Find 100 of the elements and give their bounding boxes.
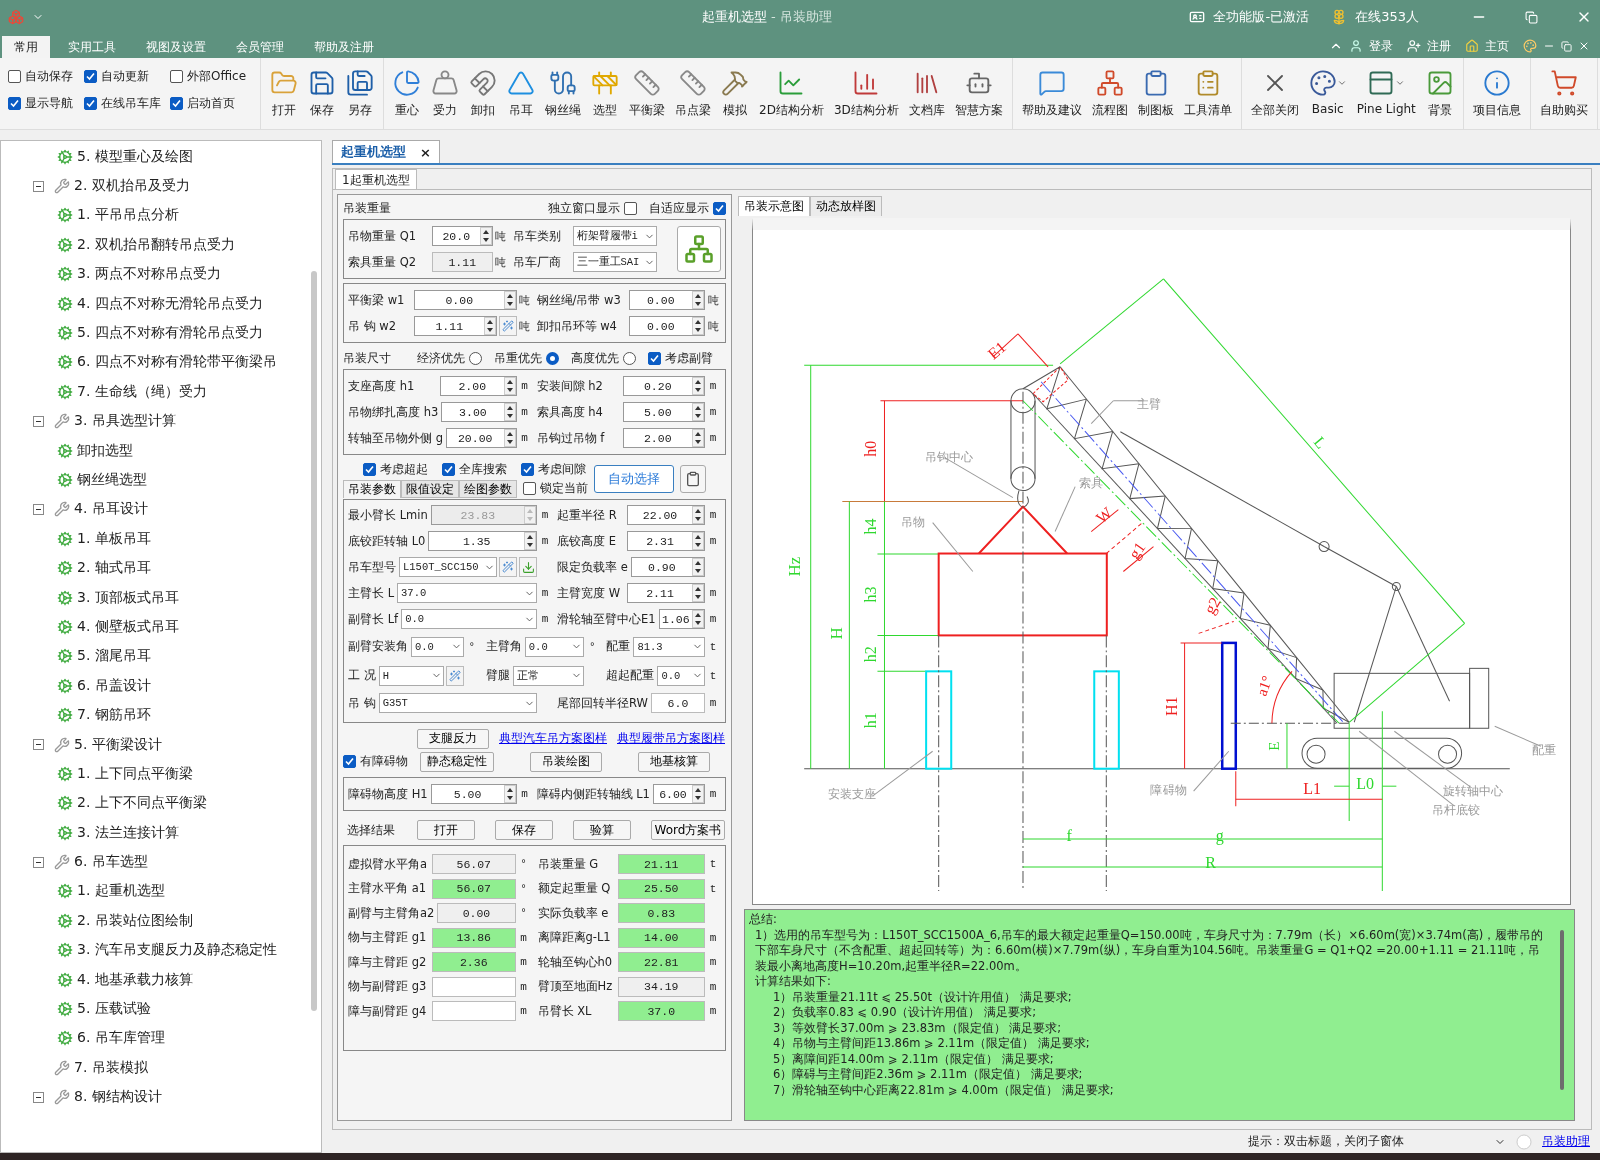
toolbar-button[interactable]: 自助购买 <box>1534 66 1593 121</box>
tree-item[interactable]: 5. 四点不对称有滑轮吊点受力 <box>1 318 321 348</box>
outrigger-button[interactable]: 支腿反力 <box>417 728 489 749</box>
checkbox[interactable]: 外部Office <box>170 68 254 85</box>
spinner-icon[interactable] <box>503 785 516 803</box>
tab[interactable]: 吊装参数 <box>343 479 401 498</box>
dropdown[interactable]: 0.0 <box>524 636 585 657</box>
spinner-icon[interactable] <box>479 227 492 245</box>
tree-item[interactable]: 4. 吊耳设计 <box>1 494 321 525</box>
menu-tab[interactable]: 会员管理 <box>224 36 296 58</box>
spinner-icon[interactable] <box>692 291 704 309</box>
action-button[interactable]: 打开 <box>417 820 475 840</box>
download-button[interactable] <box>519 557 537 577</box>
number-field[interactable]: 2.00 <box>622 428 705 448</box>
inner-tab[interactable]: 1起重机选型 <box>335 169 417 189</box>
scrollbar[interactable] <box>1560 930 1564 1090</box>
toolbar-button[interactable]: 模拟 <box>716 66 754 121</box>
tree-item[interactable]: 7. 钢筋吊环 <box>1 700 321 730</box>
action-button[interactable]: 保存 <box>495 820 553 840</box>
tree-item[interactable]: 4. 地基承载力核算 <box>1 964 321 995</box>
tree-item[interactable]: 2. 吊装站位图绘制 <box>1 906 321 936</box>
collapse-icon[interactable] <box>33 1091 44 1103</box>
spinner-icon[interactable] <box>692 403 704 421</box>
checkbox[interactable]: 考虑超起 <box>363 460 428 478</box>
toolbar-button[interactable]: 智慧方案 <box>949 66 1008 121</box>
number-field[interactable]: 3.00 <box>441 402 517 422</box>
number-field[interactable]: 2.31 <box>627 531 705 551</box>
tree-item[interactable]: 3. 两点不对称吊点受力 <box>1 259 321 289</box>
tree-item[interactable]: 3. 吊具选型计算 <box>1 406 321 436</box>
action-button[interactable]: 静态稳定性 <box>420 751 494 772</box>
tree-item[interactable]: 1. 起重机选型 <box>1 876 321 907</box>
dropdown[interactable]: 0.0 <box>411 636 464 657</box>
toolbar-button[interactable]: 重心 <box>388 66 426 121</box>
checkbox[interactable]: 锁定当前 <box>523 480 588 497</box>
radio-button[interactable]: 吊重优先 <box>494 349 559 367</box>
checkbox[interactable]: 在线吊车库 <box>84 95 170 112</box>
spinner-icon[interactable] <box>692 532 704 550</box>
toolbar-button[interactable]: 文档库 <box>903 66 950 121</box>
restore-icon[interactable] <box>1525 10 1538 24</box>
scrollbar[interactable] <box>311 271 317 1011</box>
spinner-icon[interactable] <box>692 584 704 602</box>
tree-item[interactable]: 2. 双机抬吊及受力 <box>1 171 321 201</box>
radio-button[interactable]: 经济优先 <box>417 349 482 367</box>
toolbar-button[interactable]: 流程图 <box>1086 66 1133 121</box>
toolbar-button[interactable]: 制图板 <box>1132 66 1179 121</box>
spinner-icon[interactable] <box>692 317 704 335</box>
number-field[interactable]: 1.11 <box>414 316 497 336</box>
spinner-icon[interactable] <box>503 291 516 309</box>
tree-item[interactable]: 2. 双机抬吊翻转吊点受力 <box>1 230 321 260</box>
tree-item[interactable]: 5. 模型重心及绘图 <box>1 142 321 172</box>
toolbar-button[interactable]: 另存 <box>341 66 379 121</box>
toolbar-button[interactable]: 钢丝绳 <box>540 66 586 121</box>
clipboard-button[interactable] <box>680 465 706 493</box>
spinner-icon[interactable] <box>524 532 536 550</box>
number-field[interactable]: 0.20 <box>622 376 705 396</box>
menu-tab[interactable]: 帮助及注册 <box>302 36 386 58</box>
radio-button[interactable]: 高度优先 <box>571 349 636 367</box>
org-chart-button[interactable] <box>677 226 721 272</box>
checkbox[interactable]: 自适应显示 <box>649 199 726 217</box>
action-button[interactable]: Word方案书 <box>651 820 725 840</box>
tree-item[interactable]: 5. 平衡梁设计 <box>1 729 321 760</box>
number-field[interactable]: 20.00 <box>445 428 517 448</box>
toolbar-button[interactable]: Basic <box>1303 66 1352 118</box>
tree-item[interactable]: 5. 溜尾吊耳 <box>1 641 321 672</box>
tree-item[interactable]: 5. 压载试验 <box>1 994 321 1024</box>
dropdown[interactable]: 0.0 <box>401 609 537 629</box>
checkbox[interactable]: 自动保存 <box>8 68 84 85</box>
tree-item[interactable]: 6. 四点不对称有滑轮带平衡梁吊 <box>1 347 321 378</box>
number-field[interactable]: 0.90 <box>630 557 705 577</box>
spinner-icon[interactable] <box>503 429 516 447</box>
action-button[interactable]: 验算 <box>573 820 631 840</box>
action-button[interactable]: 地基核算 <box>638 751 710 772</box>
toolbar-button[interactable]: 吊耳 <box>502 66 540 121</box>
tree-item[interactable]: 4. 四点不对称无滑轮吊点受力 <box>1 288 321 319</box>
tab[interactable]: 绘图参数 <box>459 479 517 498</box>
document-tab[interactable]: 起重机选型 × <box>332 140 440 163</box>
spinner-icon[interactable] <box>503 403 516 421</box>
dropdown[interactable]: 三一重工SAI <box>572 252 657 272</box>
number-field[interactable]: 1.06 <box>658 609 705 629</box>
toolbar-button[interactable]: 保存 <box>303 66 341 121</box>
toolbar-button[interactable]: 帮助及建议 <box>1016 66 1087 121</box>
spinner-icon[interactable] <box>692 506 704 524</box>
number-field[interactable]: 2.11 <box>627 583 705 603</box>
tree-item[interactable]: 7. 生命线（绳）受力 <box>1 377 321 407</box>
toolbar-button[interactable]: 吊点梁 <box>670 66 716 121</box>
menu-tab[interactable]: 视图及设置 <box>134 36 218 58</box>
tree-item[interactable]: 1. 单板吊耳 <box>1 524 321 554</box>
toolbar-button[interactable]: 选型 <box>586 66 624 121</box>
dropdown[interactable]: L150T_SCC150 <box>399 557 497 577</box>
toolbar-button[interactable]: 受力 <box>426 66 464 121</box>
number-field[interactable]: 0.00 <box>628 316 705 336</box>
tree-item[interactable]: 3. 法兰连接计算 <box>1 818 321 848</box>
spinner-icon[interactable] <box>503 377 516 395</box>
action-button[interactable]: 吊装绘图 <box>530 751 602 772</box>
dropdown[interactable]: 37.0 <box>397 583 537 603</box>
checkbox[interactable]: 独立窗口显示 <box>548 199 637 217</box>
number-field[interactable]: 6.00 <box>652 784 705 804</box>
sample-link[interactable]: 典型履带吊方案图样 <box>617 730 725 747</box>
tree-item[interactable]: 卸扣选型 <box>1 435 321 466</box>
checkbox[interactable]: 启动首页 <box>170 95 254 112</box>
